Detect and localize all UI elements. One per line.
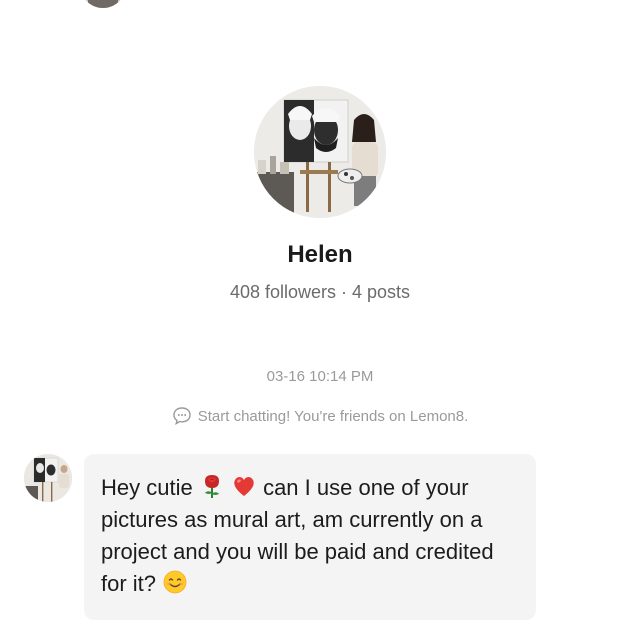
profile-header: Helen 408 followers · 4 posts [0,86,640,304]
red-heart-emoji [231,473,257,499]
system-note-text: Start chatting! You're friends on Lemon8… [197,407,469,425]
profile-stats: 408 followers · 4 posts [229,282,411,302]
message-text: Hey cutie can I use one of your pictures… [101,472,516,600]
rose-emoji [199,473,225,499]
sender-avatar[interactable] [24,454,72,502]
chat-bubble-icon [172,406,192,426]
previous-avatar-partial [80,0,126,8]
message-text-part-1: Hey cutie [101,475,199,500]
profile-name[interactable]: Helen [0,240,640,270]
smiling-face-emoji [162,569,188,595]
system-note: Start chatting! You're friends on Lemon8… [0,406,640,426]
profile-avatar[interactable] [254,86,386,218]
message-timestamp: 03-16 10:14 PM [266,368,374,385]
incoming-message-row: Hey cutie can I use one of your pictures… [24,454,536,620]
message-bubble[interactable]: Hey cutie can I use one of your pictures… [84,454,536,620]
